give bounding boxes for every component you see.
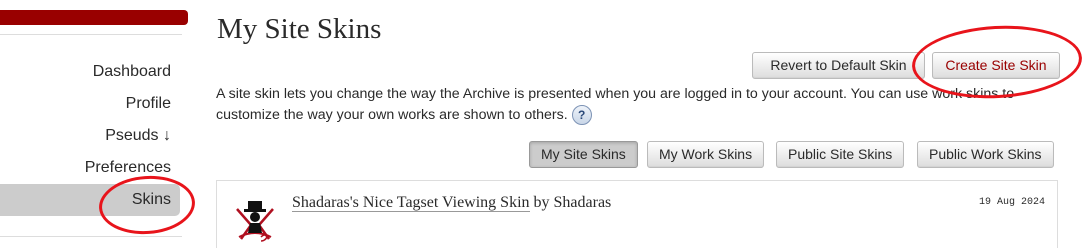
skin-by-label: by [533, 194, 550, 211]
tab-public-work-skins[interactable]: Public Work Skins [917, 141, 1054, 168]
sidebar-accent-bar [0, 10, 188, 25]
page: Dashboard Profile Pseuds ↓ Preferences S… [0, 0, 1084, 248]
sidebar-divider [0, 236, 182, 237]
create-site-skin-button[interactable]: Create Site Skin [932, 52, 1060, 79]
dashboard-sidebar-nav: Dashboard Profile Pseuds ↓ Preferences S… [0, 56, 180, 216]
skin-date: 19 Aug 2024 [978, 197, 1045, 208]
sidebar-item-profile[interactable]: Profile [0, 88, 180, 120]
sidebar-divider [0, 34, 182, 35]
skins-description: A site skin lets you change the way the … [216, 84, 1056, 126]
sidebar-item-preferences[interactable]: Preferences [0, 152, 180, 184]
help-icon[interactable]: ? [571, 105, 592, 126]
sidebar-item-skins[interactable]: Skins [0, 184, 180, 216]
skin-avatar-icon [236, 201, 274, 242]
skin-title-link[interactable]: Shadaras's Nice Tagset Viewing Skin [292, 194, 530, 212]
tab-my-site-skins[interactable]: My Site Skins [529, 141, 638, 168]
tab-public-site-skins[interactable]: Public Site Skins [776, 141, 905, 168]
sidebar-item-pseuds[interactable]: Pseuds ↓ [0, 120, 180, 152]
page-title: My Site Skins [217, 13, 382, 45]
revert-to-default-skin-button[interactable]: Revert to Default Skin [752, 52, 925, 79]
skin-heading: Shadaras's Nice Tagset Viewing Skin by S… [292, 194, 611, 212]
description-text: A site skin lets you change the way the … [216, 86, 1015, 123]
skin-list-item: Shadaras's Nice Tagset Viewing Skin by S… [216, 180, 1058, 248]
sidebar-item-dashboard[interactable]: Dashboard [0, 56, 180, 88]
tab-my-work-skins[interactable]: My Work Skins [647, 141, 765, 168]
skin-author: Shadaras [553, 194, 612, 211]
